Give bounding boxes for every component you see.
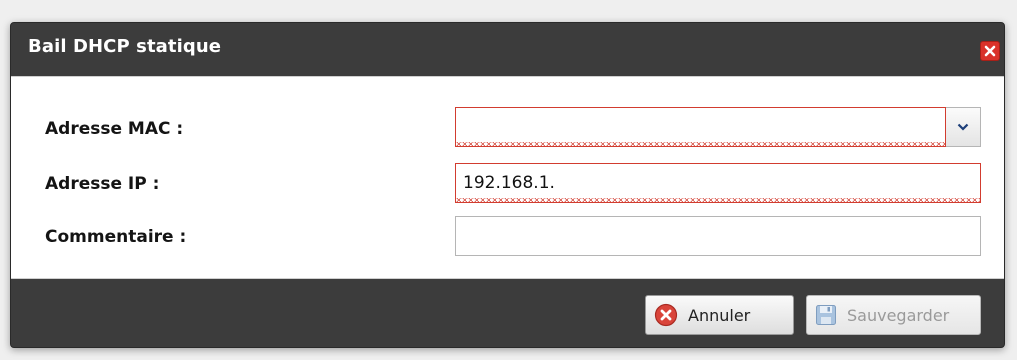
dialog-title: Bail DHCP statique (28, 36, 222, 57)
save-button[interactable]: Sauvegarder (806, 295, 981, 335)
comment-label: Commentaire : (45, 227, 187, 247)
mac-address-input[interactable] (455, 107, 946, 147)
chevron-down-icon (957, 123, 969, 131)
mac-address-combobox[interactable] (455, 107, 981, 147)
dhcp-lease-dialog: Bail DHCP statique Adresse MAC : Adresse… (10, 22, 1005, 348)
close-button[interactable] (980, 41, 1000, 61)
mac-address-label: Adresse MAC : (45, 119, 184, 139)
close-icon (984, 45, 996, 57)
comment-input[interactable] (455, 216, 981, 256)
dialog-footer: Annuler Sauvegarder (11, 279, 1004, 349)
cancel-icon (654, 303, 678, 327)
ip-address-label: Adresse IP : (45, 174, 160, 194)
cancel-button[interactable]: Annuler (645, 295, 794, 335)
dialog-titlebar: Bail DHCP statique (11, 23, 1004, 73)
cancel-button-label: Annuler (688, 305, 751, 325)
save-button-label: Sauvegarder (847, 305, 950, 325)
save-icon (815, 304, 837, 326)
mac-dropdown-button[interactable] (946, 107, 981, 147)
dialog-body: Adresse MAC : Adresse IP : Commentaire : (11, 76, 1004, 279)
ip-address-input[interactable] (455, 163, 981, 203)
